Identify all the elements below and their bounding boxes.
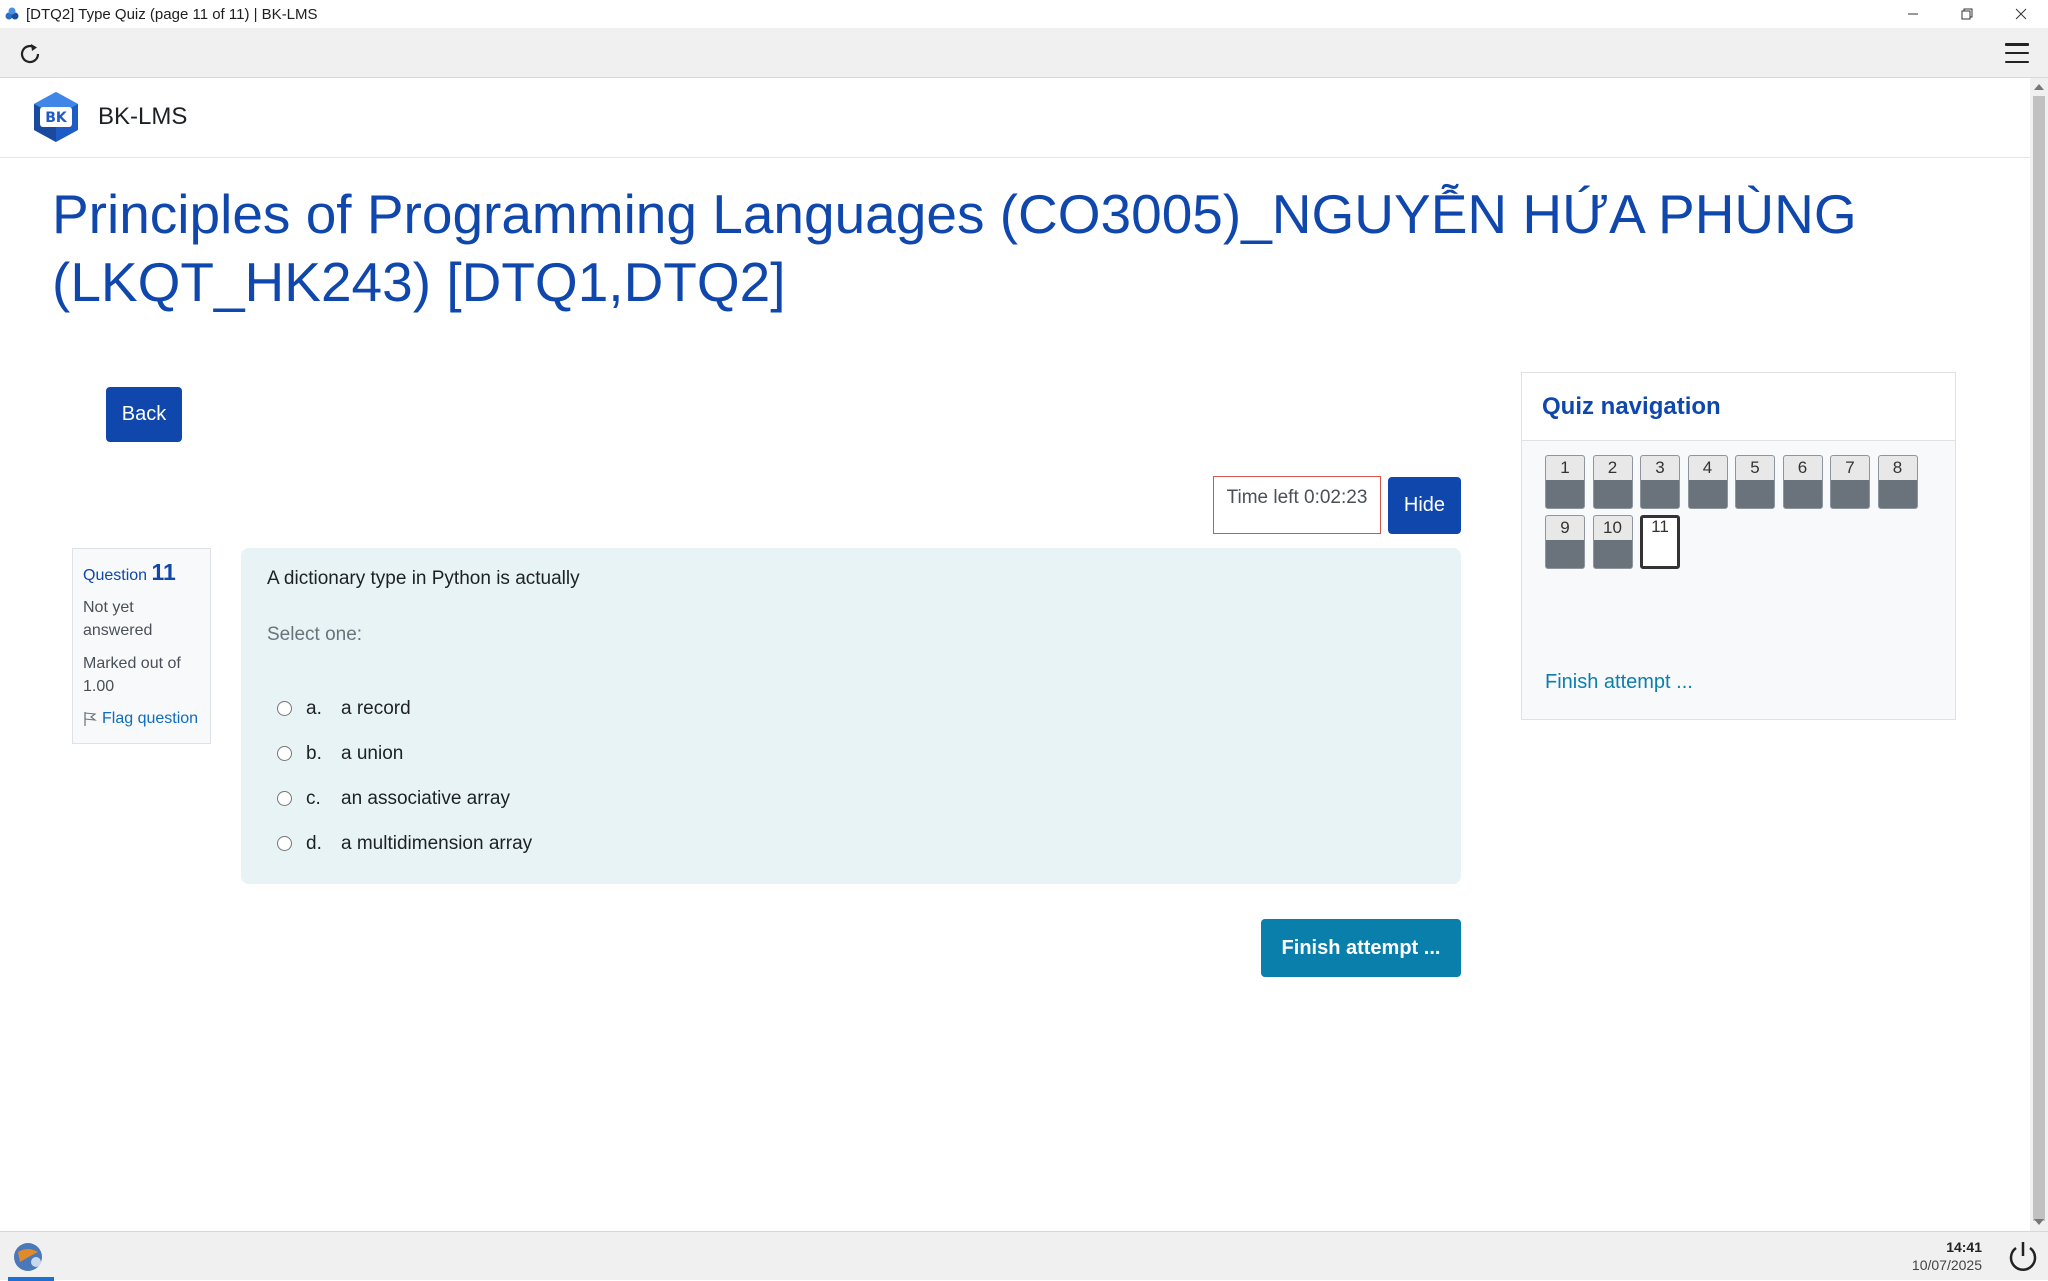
flag-question-link[interactable]: Flag question [83,710,200,728]
answer-list: a. a record b. a union c. an associative… [277,686,532,866]
answer-text[interactable]: a union [341,743,403,765]
nav-finish-attempt-link[interactable]: Finish attempt ... [1545,671,1693,694]
radio-button[interactable] [277,746,292,761]
flag-question-label: Flag question [102,710,199,727]
quiz-nav-button-5[interactable]: 5 [1735,455,1775,509]
kiosk-app-icon[interactable] [10,1240,50,1274]
answer-option-d[interactable]: d. a multidimension array [277,821,532,866]
question-info: Question 11 Not yet answered Marked out … [72,548,211,744]
quiz-nav-button-3[interactable]: 3 [1640,455,1680,509]
window-title: [DTQ2] Type Quiz (page 11 of 11) | BK-LM… [26,5,318,23]
quiz-nav-button-number: 3 [1641,456,1679,480]
quiz-nav-button-11[interactable]: 11 [1640,515,1680,569]
quiz-nav-button-10[interactable]: 10 [1592,515,1633,569]
quiz-nav-button-7[interactable]: 7 [1830,455,1870,509]
app-icon [5,7,19,20]
answer-text[interactable]: a record [341,698,411,720]
window-titlebar: [DTQ2] Type Quiz (page 11 of 11) | BK-LM… [0,0,2048,28]
course-title: Principles of Programming Languages (CO3… [52,183,1857,313]
answer-text[interactable]: a multidimension array [341,833,532,855]
quiz-nav-button-number: 9 [1546,516,1584,540]
quiz-nav-button-number: 2 [1593,456,1632,480]
finish-attempt-button[interactable]: Finish attempt ... [1261,919,1461,977]
site-navbar: BK BK-LMS [0,78,2030,158]
page-scrollbar[interactable] [2030,78,2048,1231]
answer-prompt: Select one: [267,624,363,645]
back-button[interactable]: Back [106,387,182,442]
restore-icon [1961,8,1973,20]
hide-timer-button[interactable]: Hide [1388,477,1461,534]
quiz-nav-button-number: 4 [1688,456,1727,480]
minimize-button[interactable] [1886,0,1940,28]
menu-button[interactable] [2002,39,2032,67]
clock-time: 14:41 [1946,1239,1982,1255]
radio-button[interactable] [277,701,292,716]
answer-option-a[interactable]: a. a record [277,686,532,731]
question-label: Question [83,567,148,584]
quiz-nav-button-1[interactable]: 1 [1545,455,1585,509]
quiz-nav-button-9[interactable]: 9 [1545,515,1585,569]
radio-button[interactable] [277,836,292,851]
answer-letter: c. [306,787,321,809]
reload-icon [20,44,40,64]
radio-button[interactable] [277,791,292,806]
answer-letter: a. [306,697,322,719]
quiz-nav-button-number: 11 [1643,518,1677,538]
scroll-up-icon[interactable] [2034,84,2044,90]
question-number-value: 11 [151,559,176,585]
page-content: BK BK-LMS Principles of Programming Lang… [0,78,2030,1231]
answer-letter: d. [306,832,322,854]
logo-text: BK [45,110,68,126]
scroll-down-icon[interactable] [2034,1219,2044,1225]
quiz-navigation: Quiz navigation 1 2 3 4 5 6 7 8 9 10 11 Finish att… [1521,372,1956,720]
quiz-nav-button-4[interactable]: 4 [1687,455,1728,509]
site-name[interactable]: BK-LMS [98,103,187,131]
reload-button[interactable] [14,38,46,70]
quiz-nav-button-number: 7 [1831,456,1869,480]
window-controls [1886,0,2048,28]
clock-date: 10/07/2025 [1911,1257,1982,1273]
quiz-nav-button-8[interactable]: 8 [1877,455,1918,509]
answer-option-c[interactable]: c. an associative array [277,776,532,821]
quiz-nav-button-2[interactable]: 2 [1592,455,1633,509]
quiz-nav-button-6[interactable]: 6 [1782,455,1823,509]
flag-icon [84,712,97,726]
taskbar: 14:41 10/07/2025 [0,1231,2048,1281]
taskbar-clock: 14:41 10/07/2025 [1912,1238,1982,1274]
question-text: A dictionary type in Python is actually [267,568,580,589]
question-grade: Marked out of 1.00 [83,655,181,695]
quiz-nav-button-number: 10 [1593,516,1632,540]
active-app-indicator [8,1277,54,1281]
question-number: Question 11 [83,559,200,586]
question-content: A dictionary type in Python is actually … [241,548,1461,884]
scrollbar-thumb[interactable] [2033,96,2045,1221]
quiz-nav-button-number: 6 [1783,456,1822,480]
power-icon[interactable] [2004,1238,2042,1276]
answer-letter: b. [306,742,322,764]
answer-option-b[interactable]: b. a union [277,731,532,776]
bk-logo-icon[interactable]: BK [28,90,84,146]
minimize-icon [1908,13,1918,15]
quiz-nav-button-number: 8 [1878,456,1917,480]
hamburger-icon [2005,43,2029,46]
close-button[interactable] [1994,0,2048,28]
restore-button[interactable] [1940,0,1994,28]
quiz-nav-button-number: 5 [1736,456,1774,480]
answer-text[interactable]: an associative array [341,788,510,810]
question-state: Not yet answered [83,599,153,639]
quiz-nav-button-number: 1 [1546,456,1584,480]
close-icon [2015,8,2027,20]
quiz-navigation-title: Quiz navigation [1522,373,1955,441]
browser-toolbar [0,28,2048,78]
quiz-timer: Time left 0:02:23 [1213,476,1381,534]
